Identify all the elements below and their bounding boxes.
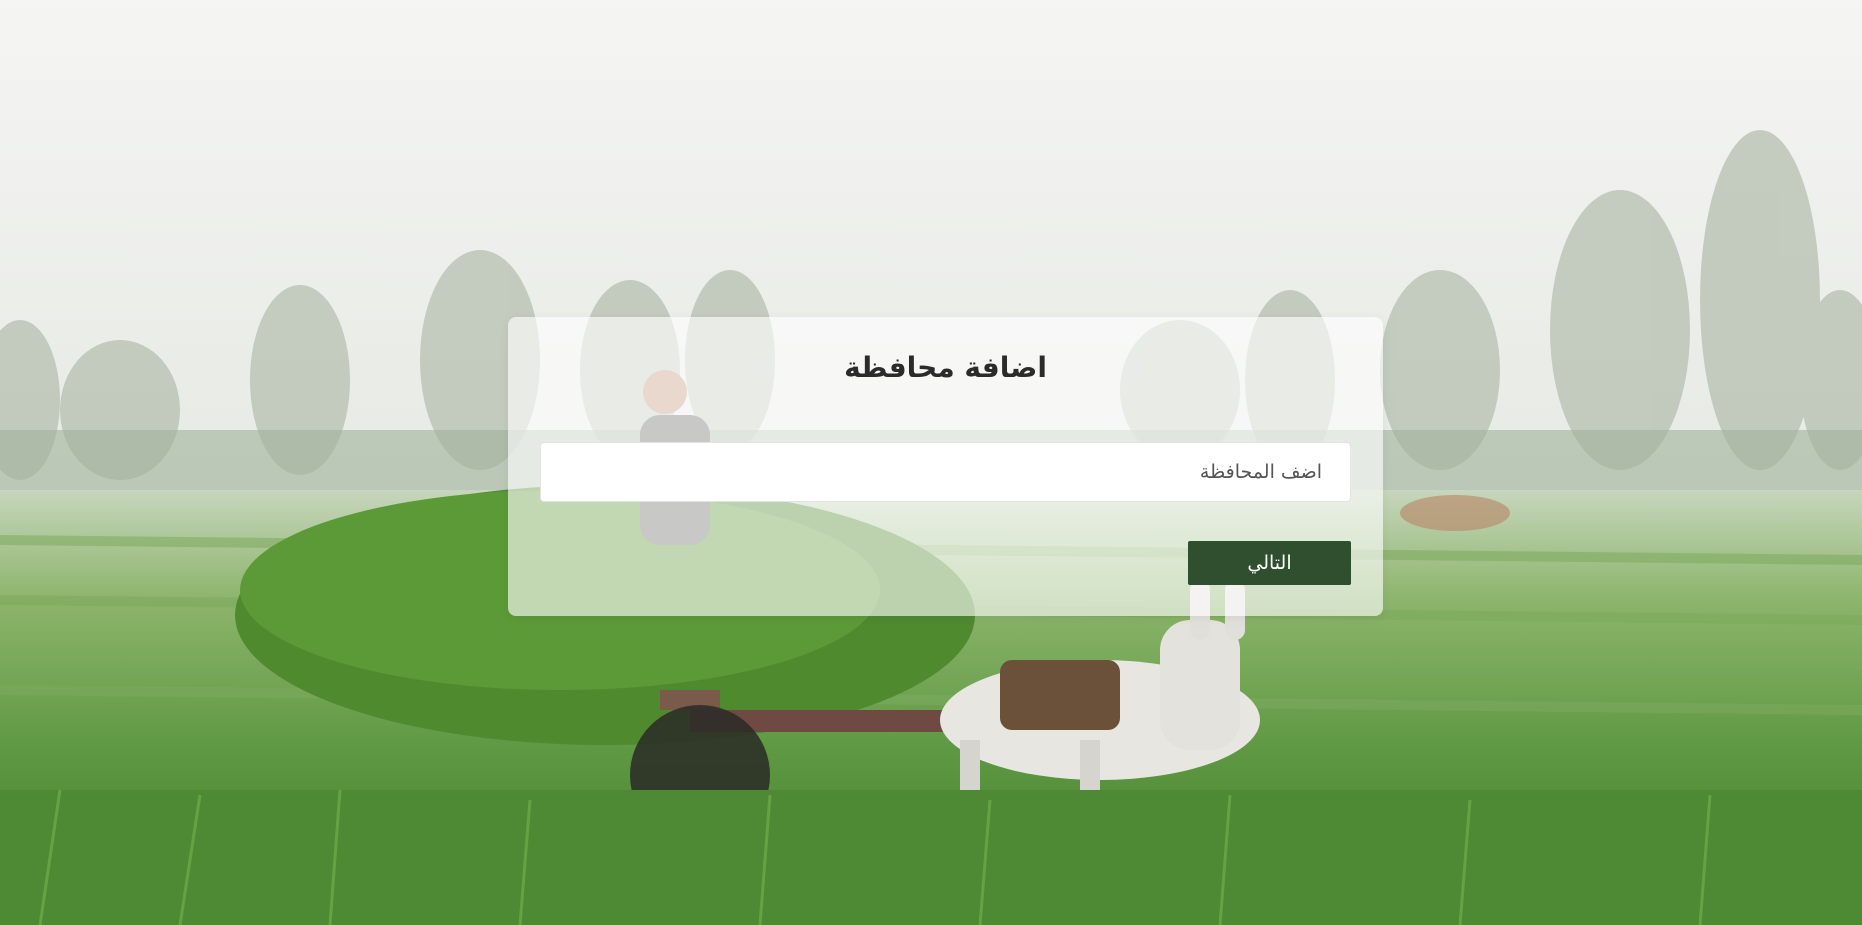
governorate-input[interactable] <box>540 442 1351 502</box>
add-governorate-card: اضافة محافظة التالي <box>508 317 1383 616</box>
page-title: اضافة محافظة <box>844 351 1047 384</box>
next-button[interactable]: التالي <box>1188 541 1351 585</box>
